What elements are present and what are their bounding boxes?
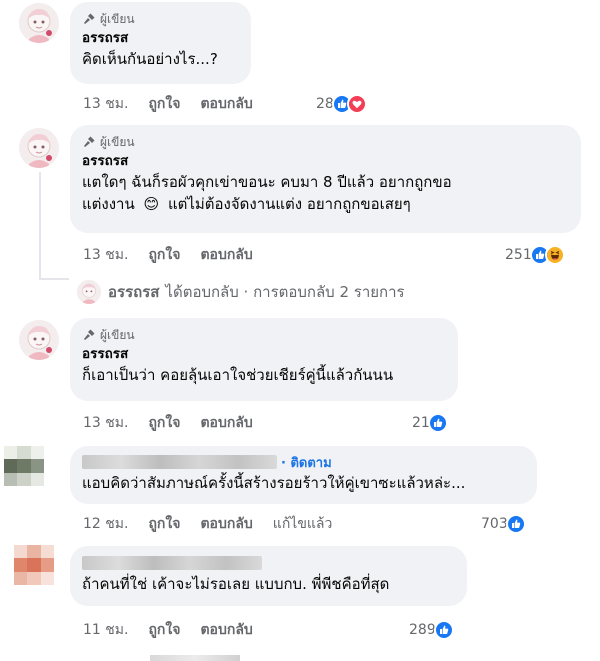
- reply-summary-author: อรรถรส: [108, 283, 160, 301]
- comment-time[interactable]: 12 ชม.: [83, 513, 128, 535]
- microphone-icon: [84, 13, 95, 24]
- author-badge-label: ผู้เขียน: [100, 11, 135, 26]
- comment-actions: 13 ชม. ถูกใจ ตอบกลับ: [83, 413, 273, 433]
- thread-line-elbow: [39, 278, 69, 280]
- microphone-icon: [84, 329, 95, 340]
- reply-avatar[interactable]: [77, 280, 101, 304]
- follow-button[interactable]: · ติดตาม: [281, 452, 332, 473]
- reply-summary-text: ได้ตอบกลับ · การตอบกลับ 2 รายการ: [165, 283, 405, 301]
- comment-text-line: แตใดๆ ฉันก็รอผัวคุกเข่าขอนะ คบมา 8 ปีแล้…: [82, 173, 452, 191]
- like-button[interactable]: ถูกใจ: [148, 412, 180, 434]
- author-badge-label: ผู้เขียน: [100, 327, 135, 342]
- comment-bubble: ถ้าคนที่ใช่ เค้าจะไม่รอเลย แบบกบ. พี่พีช…: [70, 546, 467, 606]
- cut-off-reply-row: [150, 655, 240, 661]
- author-badge-label: ผู้เขียน: [100, 134, 135, 149]
- avatar[interactable]: [19, 3, 59, 43]
- like-reaction-icon: [433, 620, 454, 640]
- comment-text-segment: แต่ไม่ต้องจัดงานแต่ง อยากถูกขอเสยๆ: [167, 195, 411, 213]
- reaction-summary[interactable]: 703: [481, 513, 526, 535]
- like-button[interactable]: ถูกใจ: [148, 513, 180, 535]
- blurred-author-name[interactable]: [82, 455, 277, 469]
- thread-line: [39, 172, 41, 280]
- comment-time[interactable]: 13 ชม.: [83, 412, 128, 434]
- avatar[interactable]: [19, 128, 59, 168]
- reaction-summary[interactable]: 21: [412, 412, 448, 434]
- view-replies-link[interactable]: อรรถรส ได้ตอบกลับ · การตอบกลับ 2 รายการ: [108, 281, 405, 303]
- avatar[interactable]: [19, 320, 59, 360]
- comment-bubble: ผู้เขียน อรรถรส ก็เอาเป็นว่า คอยลุ้นเอาใ…: [70, 318, 458, 401]
- comment-actions: 13 ชม. ถูกใจ ตอบกลับ: [83, 94, 273, 114]
- reply-button[interactable]: ตอบกลับ: [200, 619, 252, 641]
- like-button[interactable]: ถูกใจ: [148, 619, 180, 641]
- comment-actions: 11 ชม. ถูกใจ ตอบกลับ: [83, 620, 273, 640]
- haha-reaction-icon: [544, 245, 565, 265]
- reply-button[interactable]: ตอบกลับ: [200, 513, 252, 535]
- smile-emoji: 😊: [143, 195, 160, 213]
- comment-text-line: แต่งงาน 😊 แต่ไม่ต้องจัดงานแต่ง อยากถูกขอ…: [82, 193, 569, 215]
- comment-text: ก็เอาเป็นว่า คอยลุ้นเอาใจช่วยเชียร์คู่นี…: [82, 366, 394, 384]
- comment-author[interactable]: อรรถรส: [82, 28, 239, 48]
- comment-header: [82, 553, 455, 573]
- edited-label: แก้ไขแล้ว: [272, 516, 333, 532]
- comment-bubble: · ติดตาม แอบคิดว่าสัมภาษณ์ครั้งนี้สร้างร…: [70, 446, 537, 504]
- comment-time[interactable]: 13 ชม.: [83, 93, 128, 115]
- microphone-icon: [84, 136, 95, 147]
- comment-text: ถ้าคนที่ใช่ เค้าจะไม่รอเลย แบบกบ. พี่พีช…: [82, 575, 390, 593]
- reaction-summary[interactable]: 251: [505, 244, 565, 266]
- comment-author[interactable]: อรรถรส: [82, 151, 569, 171]
- reaction-summary[interactable]: 289: [409, 619, 454, 641]
- comment-text-segment: แต่งงาน: [82, 195, 135, 213]
- comment-text: แอบคิดว่าสัมภาษณ์ครั้งนี้สร้างรอยร้าวให้…: [82, 474, 466, 492]
- comment-bubble: ผู้เขียน อรรถรส คิดเห็นกันอย่างไร...?: [70, 2, 251, 84]
- like-reaction-icon: [505, 514, 526, 534]
- comment-text: คิดเห็นกันอย่างไร...?: [82, 50, 218, 68]
- author-badge: ผู้เขียน: [82, 326, 446, 344]
- comment-author[interactable]: อรรถรส: [82, 344, 446, 364]
- comment-time[interactable]: 13 ชม.: [83, 244, 128, 266]
- blurred-author-name[interactable]: [82, 556, 262, 570]
- comment-header: · ติดตาม: [82, 452, 525, 472]
- like-button[interactable]: ถูกใจ: [148, 93, 180, 115]
- comment-time[interactable]: 11 ชม.: [83, 619, 128, 641]
- love-reaction-icon: [346, 94, 367, 114]
- reaction-count: 289: [409, 622, 436, 638]
- reaction-summary[interactable]: 28: [316, 93, 367, 115]
- reply-button[interactable]: ตอบกลับ: [200, 412, 252, 434]
- comment-bubble: ผู้เขียน อรรถรส แตใดๆ ฉันก็รอผัวคุกเข่าข…: [70, 125, 581, 233]
- like-reaction-icon: [427, 413, 448, 433]
- reply-button[interactable]: ตอบกลับ: [200, 244, 252, 266]
- author-badge: ผู้เขียน: [82, 133, 569, 151]
- reaction-count: 251: [505, 247, 532, 263]
- blurred-avatar[interactable]: [14, 545, 54, 585]
- reaction-count: 703: [481, 516, 508, 532]
- like-button[interactable]: ถูกใจ: [148, 244, 180, 266]
- comment-actions: 13 ชม. ถูกใจ ตอบกลับ: [83, 245, 273, 265]
- author-badge: ผู้เขียน: [82, 10, 239, 28]
- blurred-avatar[interactable]: [4, 446, 44, 486]
- comment-actions: 12 ชม. ถูกใจ ตอบกลับ แก้ไขแล้ว: [83, 514, 352, 534]
- reply-button[interactable]: ตอบกลับ: [200, 93, 252, 115]
